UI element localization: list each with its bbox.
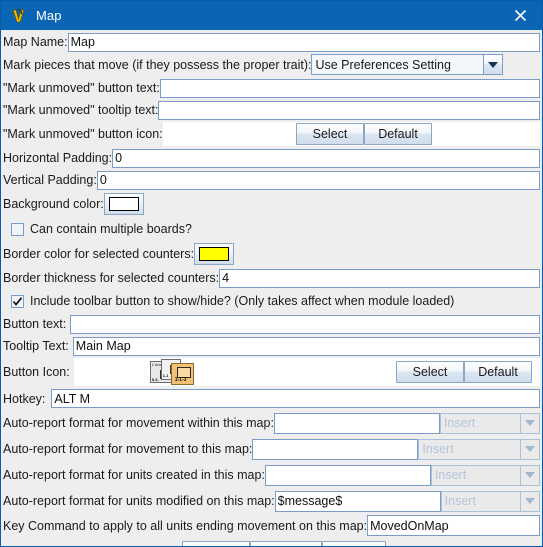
report-move-within-insert-value: Insert <box>439 412 520 434</box>
mark-unmoved-button-text-input[interactable] <box>159 78 540 98</box>
row-report-move-to: Auto-report format for movement to this … <box>1 436 542 462</box>
report-units-modified-insert-combo[interactable]: Insert <box>440 490 540 512</box>
map-counters-icon: 1 Arm 5-3- 1-1 1-1-3 <box>149 358 197 386</box>
chevron-down-icon[interactable] <box>483 54 504 75</box>
hotkey-input[interactable] <box>51 389 540 408</box>
row-mark-unmoved-button-text: "Mark unmoved" button text: <box>1 77 542 99</box>
vertical-padding-label: Vertical Padding: <box>3 173 97 187</box>
chevron-down-icon[interactable] <box>520 412 540 434</box>
report-units-created-insert-value: Insert <box>430 464 520 486</box>
vertical-padding-input[interactable] <box>96 170 540 190</box>
row-button-icon: Button Icon: 1 Arm 5-3- 1-1 1-1-3 Select… <box>1 357 542 387</box>
map-config-dialog: Map Map Name: Mark pieces that move (if … <box>0 0 543 547</box>
dialog-button-bar: Ok Cancel Help <box>1 537 542 546</box>
vassal-logo-icon <box>11 8 27 24</box>
row-tooltip-text: Tooltip Text: <box>1 335 542 357</box>
report-units-created-insert-combo[interactable]: Insert <box>430 464 540 486</box>
row-border-color: Border color for selected counters: <box>1 241 542 267</box>
dialog-content: Map Name: Mark pieces that move (if they… <box>1 30 542 546</box>
row-report-move-within: Auto-report format for movement within t… <box>1 410 542 436</box>
report-move-to-label: Auto-report format for movement to this … <box>3 442 253 456</box>
tooltip-text-label: Tooltip Text: <box>3 339 69 353</box>
report-move-within-insert-combo[interactable]: Insert <box>439 412 540 434</box>
border-thickness-label: Border thickness for selected counters: <box>3 271 220 285</box>
row-background-color: Background color: <box>1 191 542 217</box>
report-move-to-insert-value: Insert <box>418 438 520 460</box>
mark-unmoved-tooltip-text-input[interactable] <box>158 100 540 120</box>
counter-token-back-bottom: 5-3- <box>151 377 159 382</box>
row-multiple-boards: Can contain multiple boards? <box>1 217 542 241</box>
row-mark-unmoved-button-icon: "Mark unmoved" button icon: Select Defau… <box>1 121 542 147</box>
mark-moved-value: Use Preferences Setting <box>311 54 484 75</box>
map-name-label: Map Name: <box>3 35 68 49</box>
report-units-modified-label: Auto-report format for units modified on… <box>3 494 275 508</box>
horizontal-padding-label: Horizontal Padding: <box>3 151 113 165</box>
include-toolbar-button-checkbox[interactable] <box>11 294 24 308</box>
mark-unmoved-button-text-label: "Mark unmoved" button text: <box>3 81 160 95</box>
multiple-boards-label: Can contain multiple boards? <box>30 222 192 236</box>
chevron-down-icon[interactable] <box>520 490 540 512</box>
key-command-input[interactable] <box>367 515 540 536</box>
border-color-swatch <box>199 247 230 261</box>
button-text-input[interactable] <box>70 314 540 334</box>
window-titlebar[interactable]: Map <box>1 1 542 30</box>
row-mark-unmoved-tooltip-text: "Mark unmoved" tooltip text: <box>1 99 542 121</box>
border-thickness-input[interactable] <box>219 268 540 288</box>
border-color-button[interactable] <box>194 243 235 265</box>
help-button[interactable]: Help <box>322 541 386 546</box>
row-border-thickness: Border thickness for selected counters: <box>1 267 542 289</box>
cancel-button[interactable]: Cancel <box>250 541 322 546</box>
tooltip-text-input[interactable] <box>72 336 540 356</box>
mark-unmoved-button-icon-label: "Mark unmoved" button icon: <box>3 127 163 141</box>
close-icon[interactable] <box>498 1 542 30</box>
button-icon-default-button[interactable]: Default <box>464 361 532 383</box>
background-color-label: Background color: <box>3 197 104 211</box>
report-units-created-label: Auto-report format for units created in … <box>3 468 265 482</box>
counter-token-front-bottom: 1-1-3 <box>174 377 187 383</box>
button-text-label: Button text: <box>3 317 67 331</box>
report-units-created-input[interactable] <box>264 464 431 486</box>
report-move-to-insert-combo[interactable]: Insert <box>418 438 540 460</box>
chevron-down-icon[interactable] <box>520 438 540 460</box>
background-color-swatch <box>108 197 139 211</box>
row-horizontal-padding: Horizontal Padding: <box>1 147 542 169</box>
border-color-label: Border color for selected counters: <box>3 247 195 261</box>
report-move-within-label: Auto-report format for movement within t… <box>3 416 274 430</box>
key-command-label: Key Command to apply to all units ending… <box>3 518 368 533</box>
row-key-command: Key Command to apply to all units ending… <box>1 514 542 537</box>
mark-unmoved-tooltip-text-label: "Mark unmoved" tooltip text: <box>3 103 159 117</box>
horizontal-padding-input[interactable] <box>112 148 540 168</box>
counter-token-mid-bottom: 1-1 <box>162 373 169 378</box>
mark-moved-label: Mark pieces that move (if they possess t… <box>3 57 312 72</box>
button-icon-label: Button Icon: <box>3 365 70 379</box>
counter-token-front: 1-1-3 <box>170 363 194 385</box>
row-map-name: Map Name: <box>1 30 542 52</box>
chevron-down-icon[interactable] <box>520 464 540 486</box>
mark-unmoved-icon-select-button[interactable]: Select <box>296 123 364 145</box>
background-color-button[interactable] <box>103 193 144 215</box>
row-button-text: Button text: <box>1 313 542 335</box>
report-units-modified-insert-value: Insert <box>440 490 520 512</box>
row-report-units-modified: Auto-report format for units modified on… <box>1 488 542 514</box>
row-hotkey: Hotkey: <box>1 387 542 410</box>
window-title: Map <box>36 8 62 23</box>
report-move-within-input[interactable] <box>273 412 440 434</box>
ok-button[interactable]: Ok <box>182 541 250 546</box>
map-name-input[interactable] <box>67 32 540 52</box>
hotkey-label: Hotkey: <box>3 391 46 406</box>
button-icon-select-button[interactable]: Select <box>396 361 464 383</box>
row-report-units-created: Auto-report format for units created in … <box>1 462 542 488</box>
multiple-boards-checkbox[interactable] <box>11 222 24 236</box>
include-toolbar-button-label: Include toolbar button to show/hide? (On… <box>30 294 455 308</box>
row-mark-moved: Mark pieces that move (if they possess t… <box>1 52 542 77</box>
row-vertical-padding: Vertical Padding: <box>1 169 542 191</box>
mark-moved-combo[interactable]: Use Preferences Setting <box>311 54 504 75</box>
report-move-to-input[interactable] <box>252 438 419 460</box>
mark-unmoved-icon-default-button[interactable]: Default <box>364 123 432 145</box>
row-include-toolbar-button: Include toolbar button to show/hide? (On… <box>1 289 542 313</box>
report-units-modified-input[interactable] <box>274 490 441 512</box>
